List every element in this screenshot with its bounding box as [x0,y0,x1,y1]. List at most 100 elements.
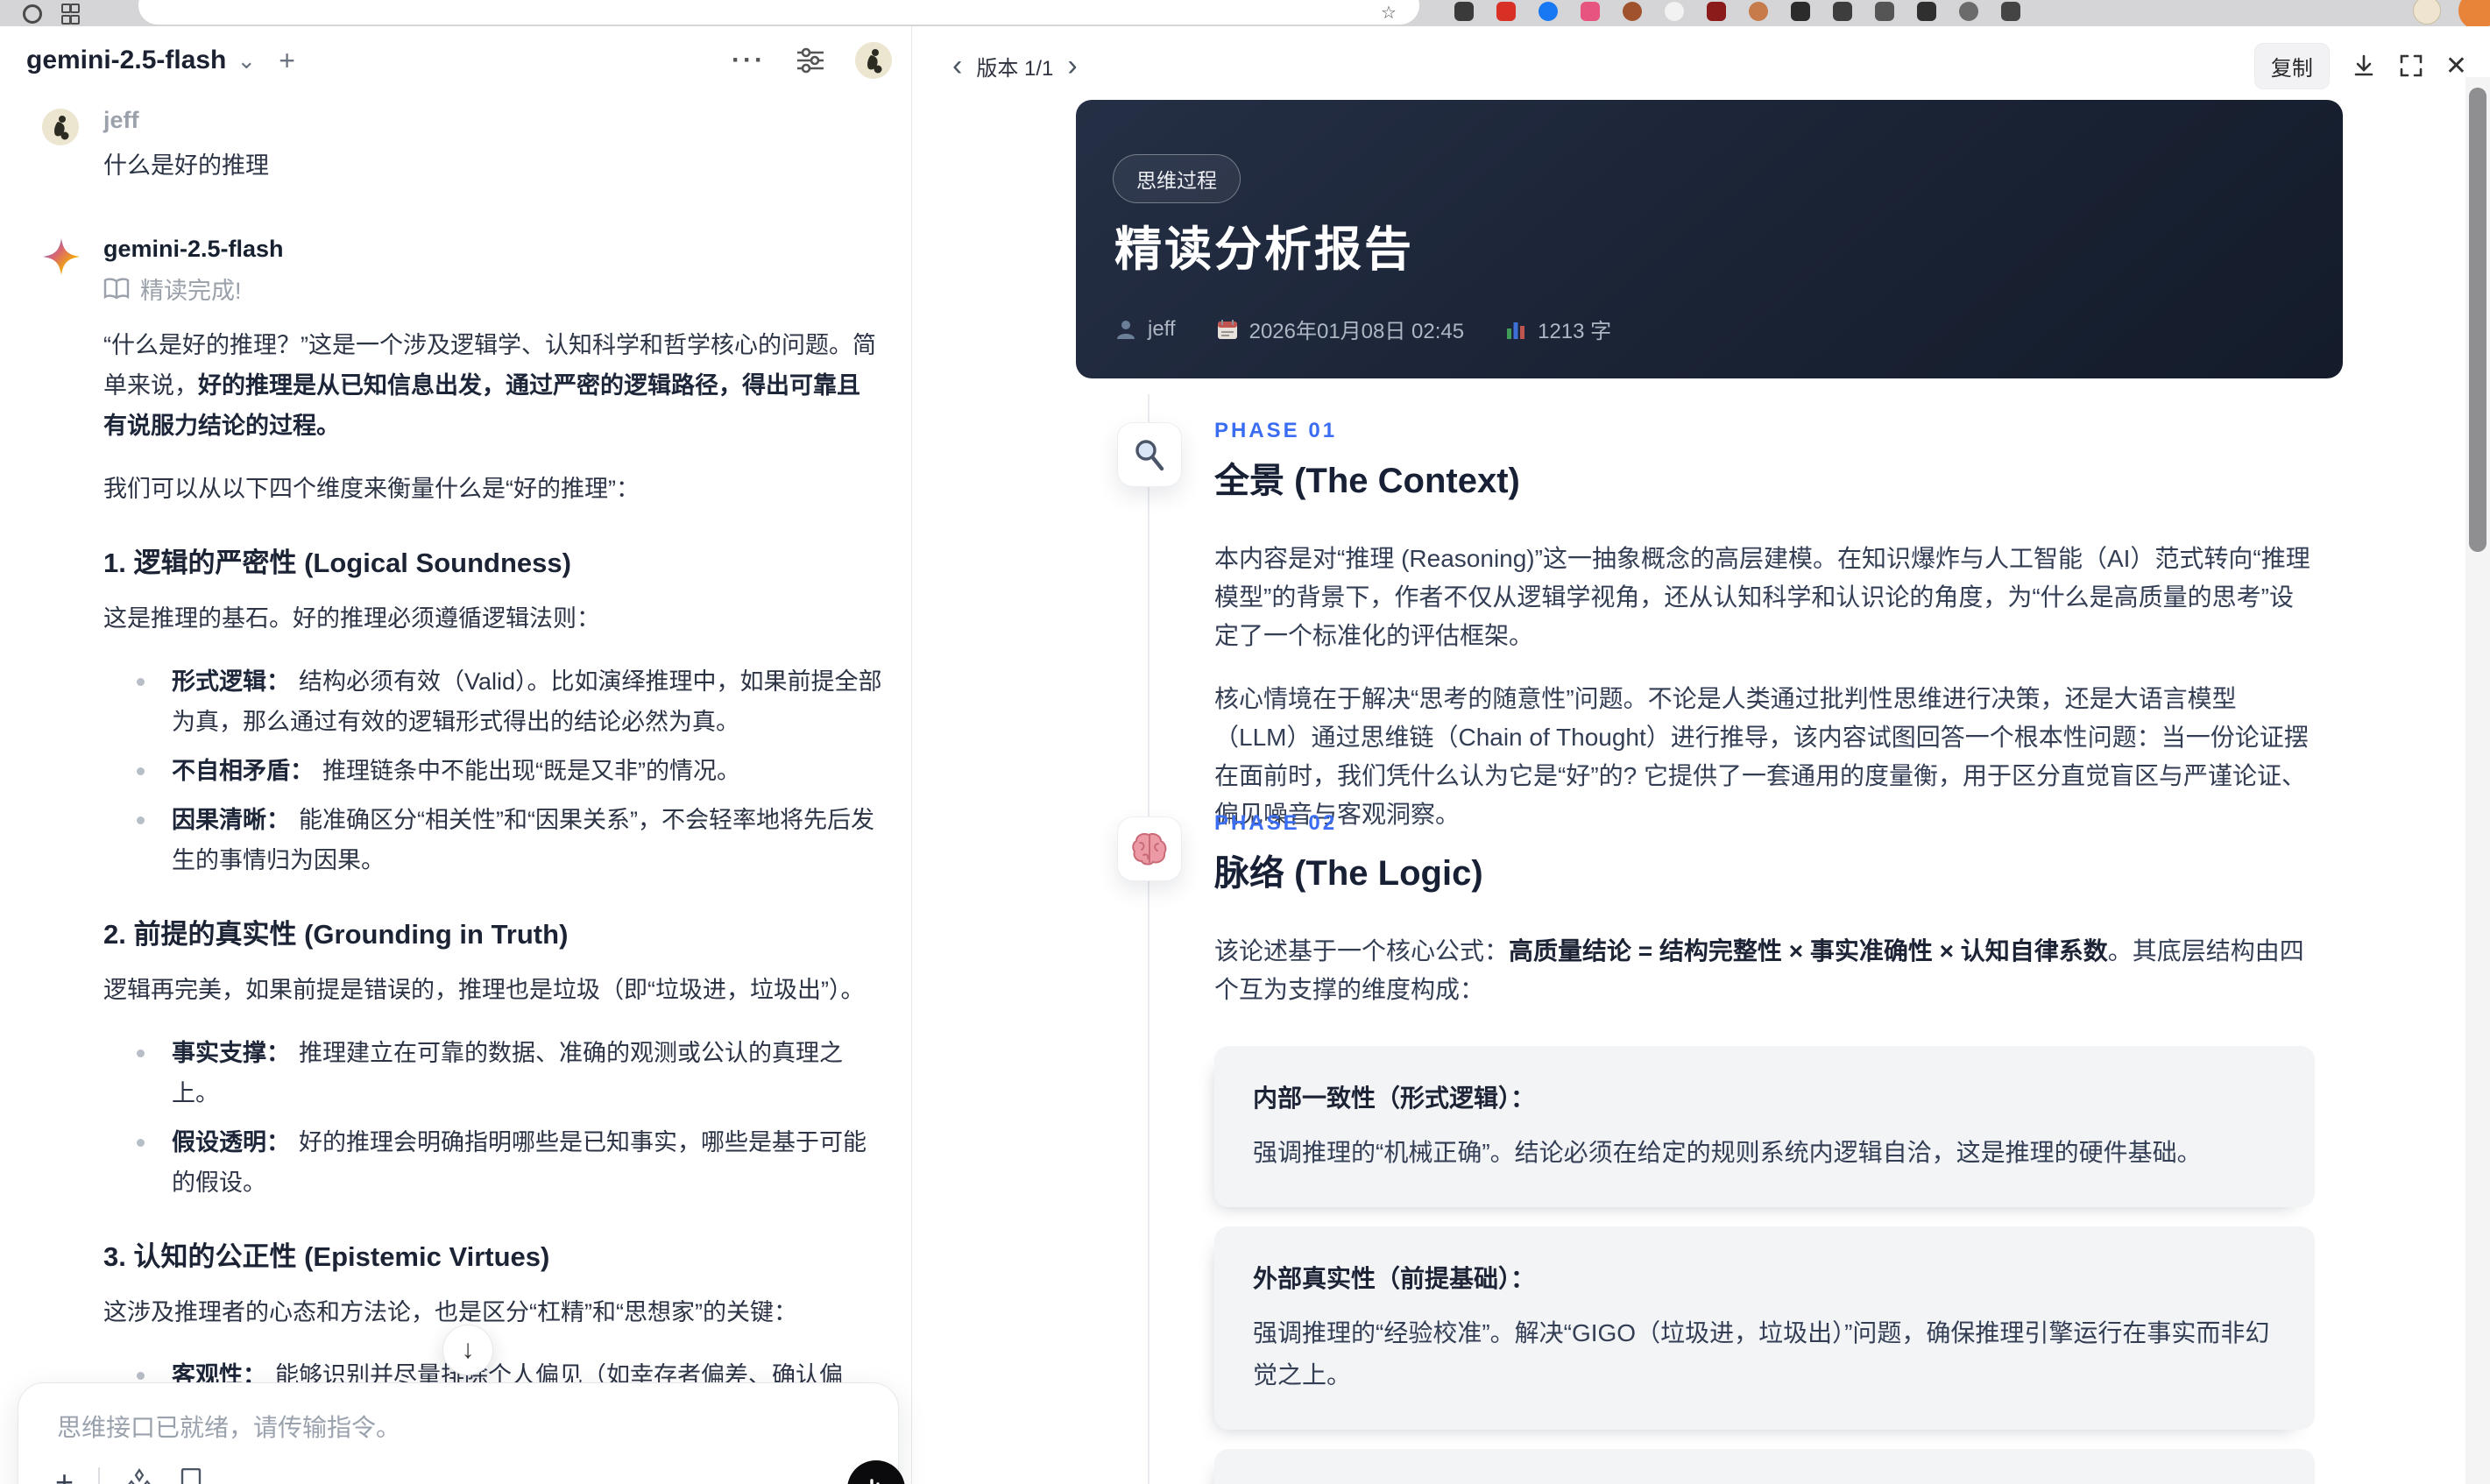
user-avatar[interactable] [855,42,892,79]
expand-icon[interactable] [2398,53,2424,79]
arrow-down-icon: ↓ [461,1335,475,1364]
bookmark-star-icon[interactable]: ☆ [1381,2,1397,24]
browser-toolbar: ☆ [0,0,2490,26]
bullet-lead: 因果清晰： [172,807,290,833]
browser-profile-avatar[interactable] [2413,0,2441,25]
version-next-button[interactable]: › [1067,51,1077,81]
section-heading: 1. 逻辑的严密性 (Logical Soundness) [103,548,571,578]
bullet-dot [137,1049,145,1057]
bullet-dot [137,678,145,686]
extension-icons-row [1454,2,2020,21]
assistant-name: gemini-2.5-flash [103,236,284,262]
user-avatar [42,109,79,145]
artifact-panel: ‹ 版本 1/1 › 复制 ✕ 思维过程 精读分析报告 jeff 2026年01… [911,26,2490,1484]
brain-icon [1132,832,1167,866]
version-prev-button[interactable]: ‹ [952,51,962,81]
darkred-extension-icon[interactable] [1707,2,1726,21]
model-title[interactable]: gemini-2.5-flash [26,46,226,75]
pin-extension-icon[interactable] [1791,2,1810,21]
list-item: 不自相矛盾： 推理链条中不能出现“既是又非”的情况。 [103,751,883,791]
card-title: 外部真实性（前提基础）： [1253,1265,1536,1292]
apps-grid-icon[interactable] [61,4,80,25]
phase-1-marker [1117,422,1182,487]
message-input[interactable] [55,1413,830,1443]
report-title: 精读分析报告 [1114,223,1414,276]
status-text: 精读完成! [140,278,242,304]
new-chat-button[interactable]: + [279,45,295,77]
divider [98,1467,100,1484]
phase-label: PHASE 02 [1214,811,1338,835]
sliders-icon[interactable] [796,46,825,75]
report-hero-card: 思维过程 精读分析报告 jeff 2026年01月08日 02:45 1213 … [1076,100,2343,378]
dimension-card: 外部真实性（前提基础）： 强调推理的“经验校准”。解决“GIGO（垃圾进，垃圾出… [1214,1226,2315,1430]
dimension-card: 主体伦理（认识美德）： 转向推理者的心理特征。引入奥卡姆剃刀和反向论证，旨在克服… [1214,1449,2315,1484]
attach-plus-button[interactable]: + [55,1464,74,1484]
more-options-icon[interactable]: ··· [732,46,766,75]
chat-panel: gemini-2.5-flash ⌄ + ··· jeff 什么是好的推理 ge… [0,26,911,1484]
artifact-header: ‹ 版本 1/1 › 复制 ✕ [952,42,2467,89]
phase-paragraph: 本内容是对“推理 (Reasoning)”这一抽象概念的高层建模。在知识爆炸与人… [1214,545,2310,649]
bar-chart-icon [1507,322,1525,339]
list-item: 形式逻辑： 结构必须有效（Valid）。比如演绎推理中，如果前提全部为真，那么通过… [103,661,883,742]
phase-title: 脉络 (The Logic) [1214,854,1483,893]
bullet-list: 事实支撑： 推理建立在可靠的数据、准确的观测或公认的真理之上。 假设透明： 好的推理… [103,1033,883,1203]
tan-extension-icon[interactable] [1749,2,1768,21]
download-icon[interactable] [2351,53,2377,79]
pink-extension-icon[interactable] [1581,2,1600,21]
paragraph: 这涉及推理者的心态和方法论，也是区分“杠精”和“思想家”的关键： [103,1299,797,1325]
bullet-dot [137,1139,145,1147]
chat-scroll-area[interactable]: jeff 什么是好的推理 gemini-2.5-flash 精读完成! “什么是… [0,84,911,1484]
scroll-to-bottom-button[interactable]: ↓ [442,1325,493,1375]
word-count-meta: 1213 字 [1504,314,1611,344]
list-item: 因果清晰： 能准确区分“相关性”和“因果关系”，不会轻率地将先后发生的事情归为因果… [103,800,883,880]
phase-label: PHASE 01 [1214,419,1338,442]
scrollbar-thumb[interactable] [2469,88,2486,552]
section-heading: 3. 认知的公正性 (Epistemic Virtues) [103,1241,550,1272]
phone-extension-icon[interactable] [1917,2,1936,21]
url-bar[interactable] [138,0,1419,25]
section-heading: 2. 前提的真实性 (Grounding in Truth) [103,919,569,950]
close-icon[interactable]: ✕ [2445,51,2467,81]
browser-corner-avatar[interactable] [2458,0,2490,26]
puzzle-extension-icon[interactable] [1833,2,1852,21]
bullet-lead: 事实支撑： [172,1040,290,1066]
paragraph: 逻辑再完美，如果前提是错误的，推理也是垃圾（即“垃圾进，垃圾出”）。 [103,977,865,1003]
hero-badge: 思维过程 [1113,154,1241,203]
brown-extension-icon[interactable] [1623,2,1642,21]
sparkle-icon[interactable] [124,1467,154,1484]
binoculars-extension-icon[interactable] [1454,2,1474,21]
phase-paragraph: 该论述基于一个核心公式：高质量结论 = 结构完整性 × 事实准确性 × 认知自律… [1214,937,2304,1003]
grid-extension-icon[interactable] [2001,2,2020,21]
reload-icon[interactable] [23,4,42,24]
version-label: 版本 1/1 [976,56,1054,81]
timeline-line [1148,394,1150,1484]
assistant-message: gemini-2.5-flash 精读完成! “什么是好的推理？”这是一个涉及逻… [42,236,883,1484]
gemini-star-icon [42,237,81,276]
copy-button[interactable]: 复制 [2253,42,2330,89]
report-meta: jeff 2026年01月08日 02:45 1213 字 [1114,314,1611,344]
chevron-down-icon[interactable]: ⌄ [237,47,256,74]
bullet-list: 形式逻辑： 结构必须有效（Valid）。比如演绎推理中，如果前提全部为真，那么通过… [103,661,883,880]
assistant-status: 精读完成! [103,272,883,306]
list-item: 假设透明： 好的推理会明确指明哪些是已知事实，哪些是基于可能的假设。 [103,1122,883,1203]
paragraph: 我们可以从以下四个维度来衡量什么是“好的推理”： [103,476,640,502]
red-extension-icon[interactable] [1496,2,1516,21]
bookmark-icon[interactable] [179,1468,203,1484]
bullet-dot [137,816,145,824]
play-extension-icon[interactable] [1875,2,1894,21]
paragraph: “什么是好的推理？”这是一个涉及逻辑学、认知科学和哲学核心的问题。简单来说，好的… [103,332,876,439]
clock-extension-icon[interactable] [1959,2,1978,21]
assistant-markdown: “什么是好的推理？”这是一个涉及逻辑学、认知科学和哲学核心的问题。简单来说，好的… [103,325,883,1484]
blue-extension-icon[interactable] [1539,2,1558,21]
chat-header: gemini-2.5-flash ⌄ + ··· [26,40,892,81]
scrollbar-track[interactable] [2465,77,2490,1484]
book-icon [103,277,130,300]
magnifier-icon [1135,440,1164,471]
user-message-text: 什么是好的推理 [103,152,269,179]
composer: + [18,1382,905,1484]
calendar-icon [1217,319,1237,339]
mask-extension-icon[interactable] [1665,2,1684,21]
voice-input-button[interactable] [847,1460,905,1484]
card-body: 强调推理的“经验校准”。解决“GIGO（垃圾进，垃圾出）”问题，确保推理引擎运行… [1253,1319,2270,1389]
dimension-card: 内部一致性（形式逻辑）： 强调推理的“机械正确”。结论必须在给定的规则系统内逻辑… [1214,1046,2315,1207]
